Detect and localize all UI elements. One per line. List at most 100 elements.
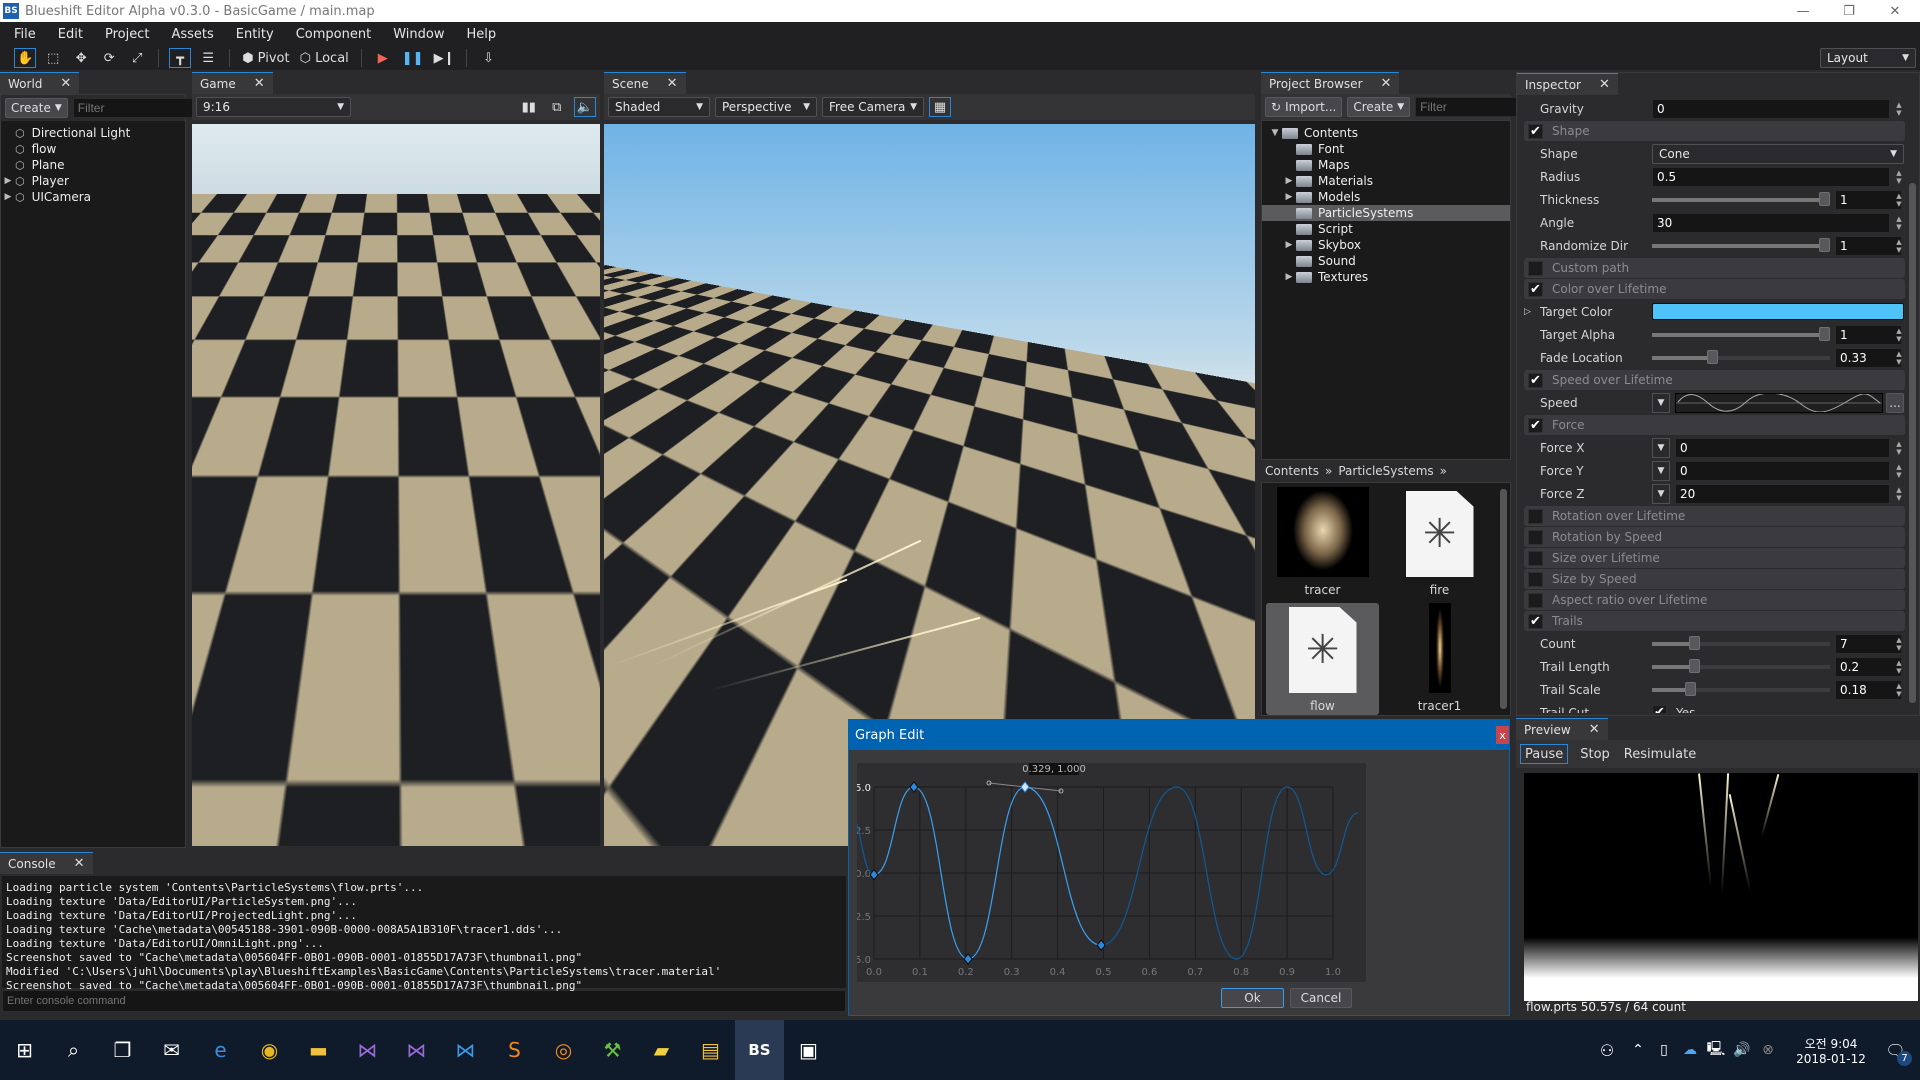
spinner-icon[interactable]: ▲ ▼ — [1893, 169, 1905, 185]
checkbox[interactable]: ✔ — [1528, 372, 1543, 388]
game-viewport[interactable] — [192, 124, 600, 846]
expand-arrow-icon[interactable]: ▶ — [1282, 240, 1296, 250]
network-icon[interactable]: 🖳 — [1703, 1020, 1729, 1080]
menu-item-file[interactable]: File — [14, 27, 36, 42]
dialog-close-button[interactable]: x — [1496, 726, 1509, 744]
section-header-rotation-over-lifetime[interactable]: Rotation over Lifetime — [1524, 506, 1905, 526]
asset-item[interactable]: ✳ fire — [1383, 487, 1496, 599]
section-header-custom-path[interactable]: Custom path — [1524, 258, 1905, 278]
spinner-icon[interactable]: ▲ ▼ — [1893, 238, 1905, 254]
close-window-button[interactable]: ✕ — [1872, 0, 1918, 22]
section-header-force[interactable]: ✔ Force — [1524, 415, 1905, 435]
graph-app-icon[interactable]: ▣ — [784, 1020, 833, 1080]
value-slider[interactable] — [1652, 349, 1830, 364]
menu-item-edit[interactable]: Edit — [58, 27, 83, 42]
import-button[interactable]: ↻ Import... — [1265, 97, 1343, 117]
close-icon[interactable]: ✕ — [1599, 77, 1610, 92]
cancel-button[interactable]: Cancel — [1290, 988, 1352, 1008]
slider-thumb[interactable] — [1819, 326, 1830, 341]
close-icon[interactable]: ✕ — [74, 856, 85, 871]
spinner-icon[interactable]: ▲ ▼ — [1893, 659, 1905, 675]
notes-icon[interactable]: ▰ — [637, 1020, 686, 1080]
blueshift-taskbar-icon[interactable]: BS — [735, 1020, 784, 1080]
menu-item-help[interactable]: Help — [466, 27, 496, 42]
menu-item-project[interactable]: Project — [105, 27, 149, 42]
value-input[interactable]: 7 — [1835, 633, 1902, 654]
value-input[interactable]: 0 — [1675, 437, 1890, 458]
expand-arrow-icon[interactable]: ▶ — [1, 192, 15, 202]
tree-item[interactable]: ▶ ⬡ Player — [1, 173, 185, 189]
section-header-trails[interactable]: ✔ Trails — [1524, 611, 1905, 631]
checkbox[interactable] — [1528, 571, 1543, 587]
spinner-icon[interactable]: ▲ ▼ — [1893, 327, 1905, 343]
asset-item[interactable]: tracer — [1266, 487, 1379, 599]
folder-item[interactable]: ▶ Textures — [1262, 269, 1510, 285]
grid-icon[interactable]: ▦ — [929, 97, 951, 117]
asset-item[interactable]: ✳ flow — [1266, 603, 1379, 715]
step-icon[interactable]: ▶❙ — [432, 48, 457, 68]
slider-thumb[interactable] — [1688, 635, 1700, 650]
value-slider[interactable] — [1652, 237, 1830, 252]
people-icon[interactable]: ⚇ — [1589, 1020, 1625, 1080]
value-input[interactable]: 30 — [1652, 212, 1890, 233]
mail-icon[interactable]: ✉ — [147, 1020, 196, 1080]
curve-graph[interactable]: 0.0 0.1 0.2 0.3 0.4 0.5 0.6 0.7 0.8 0.9 1.05.02.50… — [857, 763, 1366, 982]
spinner-icon[interactable]: ▲ ▼ — [1893, 463, 1905, 479]
vscode-icon[interactable]: ⋈ — [441, 1020, 490, 1080]
pivot-button[interactable]: ⬢ Pivot — [240, 48, 291, 68]
usb-icon[interactable]: ▯ — [1651, 1020, 1677, 1080]
folder-item[interactable]: ▼ Contents — [1262, 125, 1510, 141]
close-icon[interactable]: ✕ — [60, 76, 71, 91]
expand-arrow-icon[interactable]: ▶ — [1282, 192, 1296, 202]
scale-icon[interactable]: ⤢ — [126, 48, 148, 68]
slider-thumb[interactable] — [1819, 191, 1830, 206]
minimize-button[interactable]: — — [1780, 0, 1826, 22]
folder-item[interactable]: ▶ Materials — [1262, 173, 1510, 189]
mode-dropdown[interactable]: ▼ — [1652, 483, 1670, 504]
spinner-icon[interactable]: ▲ ▼ — [1893, 440, 1905, 456]
folder-item[interactable]: Maps — [1262, 157, 1510, 173]
folder-item[interactable]: ParticleSystems — [1262, 205, 1510, 221]
layout-dropdown[interactable]: Layout ▼ — [1820, 48, 1916, 68]
tree-item[interactable]: ⬡ Directional Light — [1, 125, 185, 141]
task-view-icon[interactable]: ❐ — [98, 1020, 147, 1080]
section-header-color-over-lifetime[interactable]: ✔ Color over Lifetime — [1524, 279, 1905, 299]
preview-viewport[interactable] — [1524, 773, 1918, 1001]
folder-item[interactable]: Script — [1262, 221, 1510, 237]
value-input[interactable]: 1 — [1835, 324, 1902, 345]
tab-scene[interactable]: Scene ✕ — [604, 72, 686, 94]
create-button[interactable]: Create ▼ — [5, 98, 68, 118]
cloud-icon[interactable]: ☁ — [1677, 1020, 1703, 1080]
spinner-icon[interactable]: ▲ ▼ — [1893, 101, 1905, 117]
section-header-shape[interactable]: ✔ Shape — [1524, 121, 1905, 141]
checkbox[interactable]: ✔ — [1652, 705, 1667, 713]
clock[interactable]: 오전 9:04 2018-01-12 — [1791, 1035, 1871, 1066]
audio-icon[interactable]: 🔈 — [573, 97, 596, 117]
value-dropdown[interactable]: Cone ▼ — [1652, 143, 1904, 164]
menu-item-assets[interactable]: Assets — [171, 27, 213, 42]
slider-thumb[interactable] — [1707, 349, 1719, 364]
console-input[interactable] — [2, 990, 846, 1012]
folder-item[interactable]: ▶ Models — [1262, 189, 1510, 205]
section-header-size-over-lifetime[interactable]: Size over Lifetime — [1524, 548, 1905, 568]
error-icon[interactable]: ⊗ — [1755, 1020, 1781, 1080]
value-slider[interactable] — [1652, 635, 1830, 650]
chrome-icon[interactable]: ◉ — [245, 1020, 294, 1080]
spinner-icon[interactable]: ▲ ▼ — [1893, 682, 1905, 698]
projection-dropdown[interactable]: Perspective ▼ — [715, 97, 817, 117]
local-button[interactable]: ⬡ Local — [298, 48, 351, 68]
right-joystick[interactable] — [512, 534, 562, 584]
menu-item-entity[interactable]: Entity — [236, 27, 274, 42]
checkbox[interactable]: ✔ — [1528, 417, 1543, 433]
expand-arrow-icon[interactable]: ▶ — [1282, 272, 1296, 282]
value-input[interactable]: 0.5 — [1652, 166, 1890, 187]
checkbox[interactable] — [1528, 260, 1543, 276]
value-input[interactable]: 1 — [1835, 189, 1902, 210]
section-header-rotation-by-speed[interactable]: Rotation by Speed — [1524, 527, 1905, 547]
curve-edit-button[interactable]: ... — [1886, 392, 1904, 413]
volume-icon[interactable]: 🔊 — [1729, 1020, 1755, 1080]
pause-icon[interactable]: ❚❚ — [400, 48, 426, 68]
asset-scrollbar[interactable] — [1500, 489, 1507, 709]
value-input[interactable]: 0.33 — [1835, 347, 1902, 368]
checkbox[interactable]: ✔ — [1528, 123, 1543, 139]
